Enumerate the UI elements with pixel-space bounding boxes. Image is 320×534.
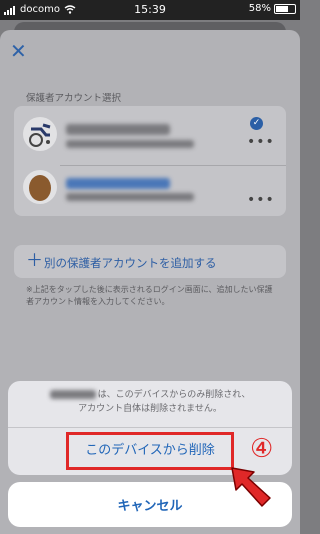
- divider: [60, 165, 286, 166]
- plus-icon: ＋: [26, 251, 43, 271]
- status-right: 58%: [249, 3, 296, 14]
- action-message-line1: は、このデバイスからのみ削除され、: [97, 390, 251, 400]
- egg-icon: [29, 175, 51, 201]
- action-message-line2: アカウント自体は削除されません。: [78, 404, 222, 414]
- action-message: は、このデバイスからのみ削除され、 アカウント自体は削除されません。: [8, 381, 292, 427]
- account-name-blurred: [66, 124, 170, 135]
- checkmark-icon: ✓: [250, 117, 263, 130]
- avatar-egg: [23, 170, 57, 204]
- account-email-blurred: [66, 193, 194, 201]
- pointer-arrow-icon: [231, 467, 271, 507]
- battery-icon: [274, 3, 296, 14]
- delete-from-device-button[interactable]: このデバイスから削除: [66, 432, 234, 470]
- section-title: 保護者アカウント選択: [26, 93, 122, 104]
- add-account-note: ※上記をタップした後に表示されるログイン画面に、追加したい保護者アカウント情報を…: [26, 285, 273, 306]
- account-name-blurred: [49, 390, 96, 399]
- action-divider: [8, 427, 292, 428]
- avatar-wheelchair: [23, 117, 57, 151]
- battery-percent: 58%: [248, 3, 271, 14]
- add-account-label: 別の保護者アカウントを追加する: [44, 256, 217, 270]
- step-number-badge: ④: [250, 434, 274, 464]
- status-bar: docomo 15:39 58%: [0, 0, 300, 20]
- more-icon[interactable]: •••: [247, 192, 275, 208]
- wheelchair-icon: [29, 123, 51, 147]
- close-icon[interactable]: ✕: [10, 41, 27, 61]
- account-name-blurred: [66, 178, 170, 189]
- more-icon[interactable]: •••: [247, 134, 275, 150]
- account-email-blurred: [66, 140, 194, 148]
